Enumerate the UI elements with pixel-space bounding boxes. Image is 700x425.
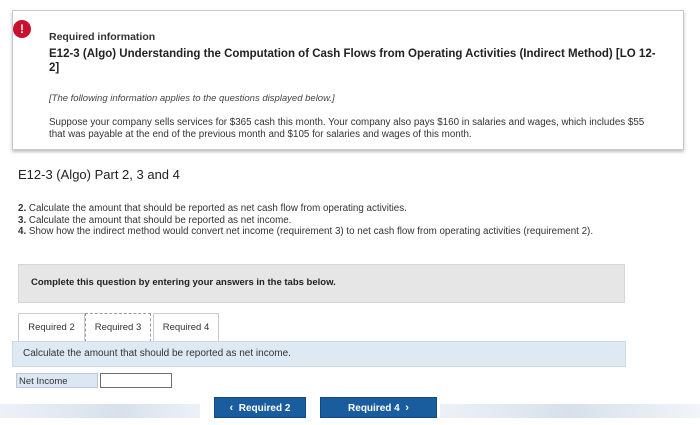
prev-required-2-button[interactable]: ‹ Required 2 [214,397,306,418]
blurred-footer-right [440,404,700,418]
scenario-text: Suppose your company sells services for … [49,117,645,140]
next-required-4-button[interactable]: Required 4 › [320,397,437,418]
prev-button-label: Required 2 [238,403,291,414]
complete-instructions-text: Complete this question by entering your … [31,277,336,288]
tab-required-4[interactable]: Required 4 [153,313,219,341]
complete-instructions-bar: Complete this question by entering your … [18,264,625,303]
net-income-label: Net Income [16,373,98,388]
part-title: E12-3 (Algo) Part 2, 3 and 4 [18,167,180,182]
blurred-footer-left [0,404,200,418]
tab-required-2[interactable]: Required 2 [18,313,85,341]
alert-icon: ! [13,20,31,38]
chevron-right-icon: › [405,402,409,414]
question-item: 3. Calculate the amount that should be r… [18,214,292,226]
tab-instruction-bar: Calculate the amount that should be repo… [12,341,626,367]
question-item: 2. Calculate the amount that should be r… [18,203,407,214]
exercise-title: E12-3 (Algo) Understanding the Computati… [49,48,656,74]
info-note: [The following information applies to th… [49,93,335,104]
net-income-input[interactable] [100,373,172,388]
question-item: 4. Show how the indirect method would co… [18,226,594,237]
required-info-panel: ! Required information E12-3 (Algo) Unde… [12,10,684,150]
tab-required-3[interactable]: Required 3 [85,313,151,342]
chevron-left-icon: ‹ [229,402,234,414]
tab-instruction-text: Calculate the amount that should be repo… [23,348,291,359]
question-list: 2. Calculate the amount that should be r… [18,203,688,238]
next-button-label: Required 4 [348,403,400,414]
required-info-heading: Required information [49,31,156,43]
